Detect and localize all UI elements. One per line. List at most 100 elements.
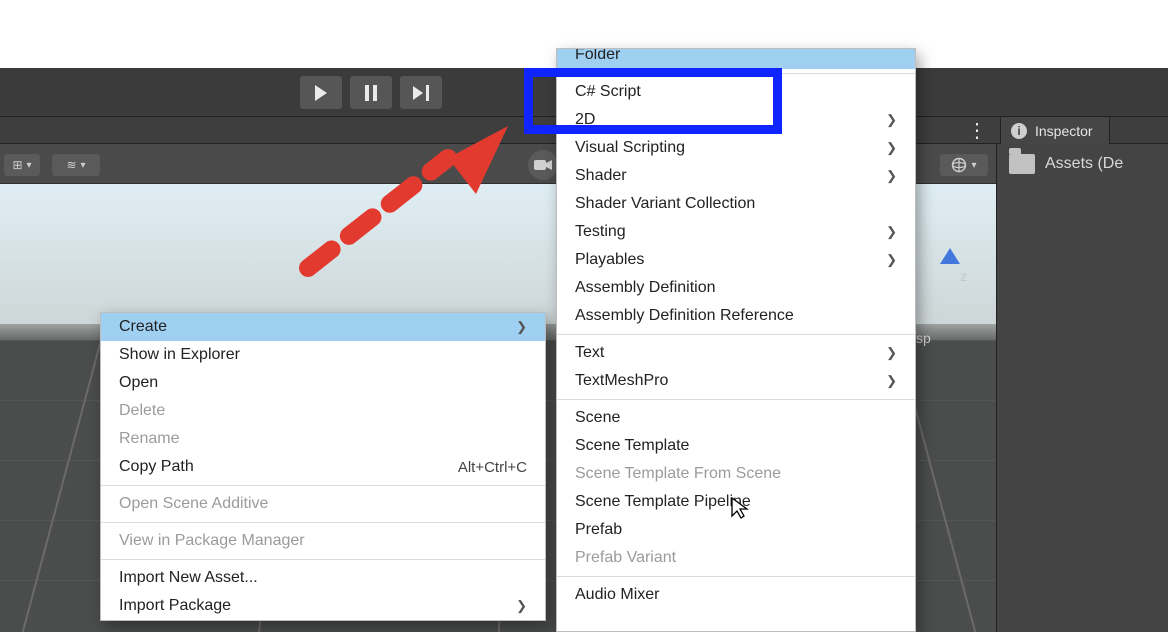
- pause-icon: [365, 85, 377, 101]
- chevron-right-icon: ❯: [846, 112, 897, 128]
- scene-camera-button[interactable]: [528, 150, 558, 180]
- create-menu-item: Prefab Variant: [557, 544, 915, 572]
- create-menu-item-label: Prefab Variant: [575, 549, 676, 567]
- panel-inspector: Assets (De: [996, 144, 1168, 632]
- context-menu-item: View in Package Manager: [101, 527, 545, 555]
- context-menu-item[interactable]: Copy Path Alt+Ctrl+C: [101, 453, 545, 481]
- create-menu-separator: [557, 334, 915, 335]
- create-menu-item-label: Scene: [575, 409, 620, 427]
- create-menu-item-label: Audio Mixer: [575, 586, 659, 604]
- step-button[interactable]: [400, 76, 442, 109]
- create-menu-separator: [557, 399, 915, 400]
- context-menu-item-label: Delete: [119, 402, 165, 420]
- chevron-right-icon: ❯: [476, 598, 527, 614]
- create-menu-item-label: 2D: [575, 111, 595, 129]
- chevron-right-icon: ❯: [846, 140, 897, 156]
- create-menu-item[interactable]: Playables ❯: [557, 246, 915, 274]
- create-menu-item[interactable]: C# Script: [557, 78, 915, 106]
- chevron-right-icon: ❯: [476, 319, 527, 335]
- create-menu-item-label: Visual Scripting: [575, 139, 685, 157]
- create-menu-item-label: TextMeshPro: [575, 372, 668, 390]
- context-menu-item-label: Import Package: [119, 597, 231, 615]
- context-menu-item-label: Rename: [119, 430, 179, 448]
- tool-grid-snap[interactable]: ⊞▾: [4, 154, 40, 176]
- create-menu-item-label: Assembly Definition: [575, 279, 716, 297]
- info-icon: i: [1011, 123, 1027, 139]
- inspector-asset-label: Assets (De: [1045, 155, 1123, 173]
- context-menu-separator: [101, 485, 545, 486]
- context-menu-separator: [101, 522, 545, 523]
- context-menu-item[interactable]: Import New Asset...: [101, 564, 545, 592]
- chevron-right-icon: ❯: [846, 252, 897, 268]
- context-menu-item-label: Open Scene Additive: [119, 495, 268, 513]
- create-menu-item-label: Folder: [575, 48, 620, 64]
- create-menu-item[interactable]: 2D ❯: [557, 106, 915, 134]
- create-menu-separator: [557, 73, 915, 74]
- chevron-right-icon: ❯: [846, 224, 897, 240]
- chevron-right-icon: ❯: [846, 345, 897, 361]
- create-menu-item[interactable]: Shader Variant Collection: [557, 190, 915, 218]
- context-menu-separator: [101, 559, 545, 560]
- context-menu-item: Rename: [101, 425, 545, 453]
- create-menu-item[interactable]: Scene: [557, 404, 915, 432]
- context-menu-item-label: Import New Asset...: [119, 569, 258, 587]
- create-menu-item[interactable]: Folder: [557, 48, 915, 69]
- context-menu-item: Delete: [101, 397, 545, 425]
- z-axis-label: z: [960, 268, 967, 284]
- globe-icon: [951, 157, 967, 173]
- chevron-right-icon: ❯: [846, 373, 897, 389]
- create-menu-item-label: Shader: [575, 167, 627, 185]
- tab-inspector[interactable]: i Inspector: [1000, 117, 1110, 145]
- context-menu-item[interactable]: Import Package ❯: [101, 592, 545, 620]
- create-menu-item[interactable]: Visual Scripting ❯: [557, 134, 915, 162]
- z-axis-icon: [940, 248, 960, 264]
- create-menu-item-label: Playables: [575, 251, 644, 269]
- tool-orientation[interactable]: ▾: [940, 154, 988, 176]
- create-menu-item-label: Scene Template From Scene: [575, 465, 781, 483]
- create-menu-item[interactable]: Audio Mixer: [557, 581, 915, 609]
- create-menu-item-label: Shader Variant Collection: [575, 195, 755, 213]
- context-submenu-create[interactable]: FolderC# Script2D❯Visual Scripting❯Shade…: [556, 48, 916, 632]
- context-menu-item-label: Copy Path: [119, 458, 194, 476]
- create-menu-item[interactable]: Text ❯: [557, 339, 915, 367]
- create-menu-item-label: C# Script: [575, 83, 641, 101]
- folder-icon: [1009, 154, 1035, 174]
- create-menu-item-label: Scene Template Pipeline: [575, 493, 751, 511]
- context-menu-item: Open Scene Additive: [101, 490, 545, 518]
- pause-button[interactable]: [350, 76, 392, 109]
- tab-inspector-label: Inspector: [1035, 123, 1093, 139]
- context-menu-item-label: View in Package Manager: [119, 532, 305, 550]
- camera-icon: [534, 158, 552, 172]
- create-menu-item[interactable]: TextMeshPro ❯: [557, 367, 915, 395]
- context-menu-item[interactable]: Open: [101, 369, 545, 397]
- create-menu-item-label: Testing: [575, 223, 626, 241]
- context-menu-item-label: Show in Explorer: [119, 346, 240, 364]
- context-menu-assets[interactable]: Create ❯ Show in Explorer Open Delete Rename C…: [100, 312, 546, 621]
- create-menu-item[interactable]: Assembly Definition: [557, 274, 915, 302]
- create-menu-item[interactable]: Assembly Definition Reference: [557, 302, 915, 330]
- tool-audio-wave[interactable]: ≋▾: [52, 154, 100, 176]
- context-menu-item-label: Open: [119, 374, 158, 392]
- context-menu-item[interactable]: Show in Explorer: [101, 341, 545, 369]
- chevron-right-icon: ❯: [846, 168, 897, 184]
- create-menu-item[interactable]: Shader ❯: [557, 162, 915, 190]
- mouse-cursor-icon: [730, 496, 750, 525]
- orientation-gizmo[interactable]: z: [920, 248, 980, 318]
- projection-mode-hint: sp: [916, 330, 931, 346]
- context-menu-item-label: Create: [119, 318, 167, 336]
- inspector-asset-row[interactable]: Assets (De: [997, 154, 1168, 174]
- play-icon: [315, 85, 327, 101]
- create-menu-item[interactable]: Testing ❯: [557, 218, 915, 246]
- create-menu-item-label: Assembly Definition Reference: [575, 307, 794, 325]
- context-menu-item[interactable]: Create ❯: [101, 313, 545, 341]
- context-menu-item-shortcut: Alt+Ctrl+C: [428, 459, 527, 476]
- create-menu-separator: [557, 576, 915, 577]
- create-menu-item: Scene Template From Scene: [557, 460, 915, 488]
- create-menu-item-label: Prefab: [575, 521, 622, 539]
- create-menu-item-label: Text: [575, 344, 604, 362]
- play-button[interactable]: [300, 76, 342, 109]
- create-menu-item[interactable]: Scene Template: [557, 432, 915, 460]
- create-menu-item-label: Scene Template: [575, 437, 689, 455]
- step-icon: [413, 85, 429, 101]
- kebab-menu-icon[interactable]: ⋮: [966, 121, 988, 141]
